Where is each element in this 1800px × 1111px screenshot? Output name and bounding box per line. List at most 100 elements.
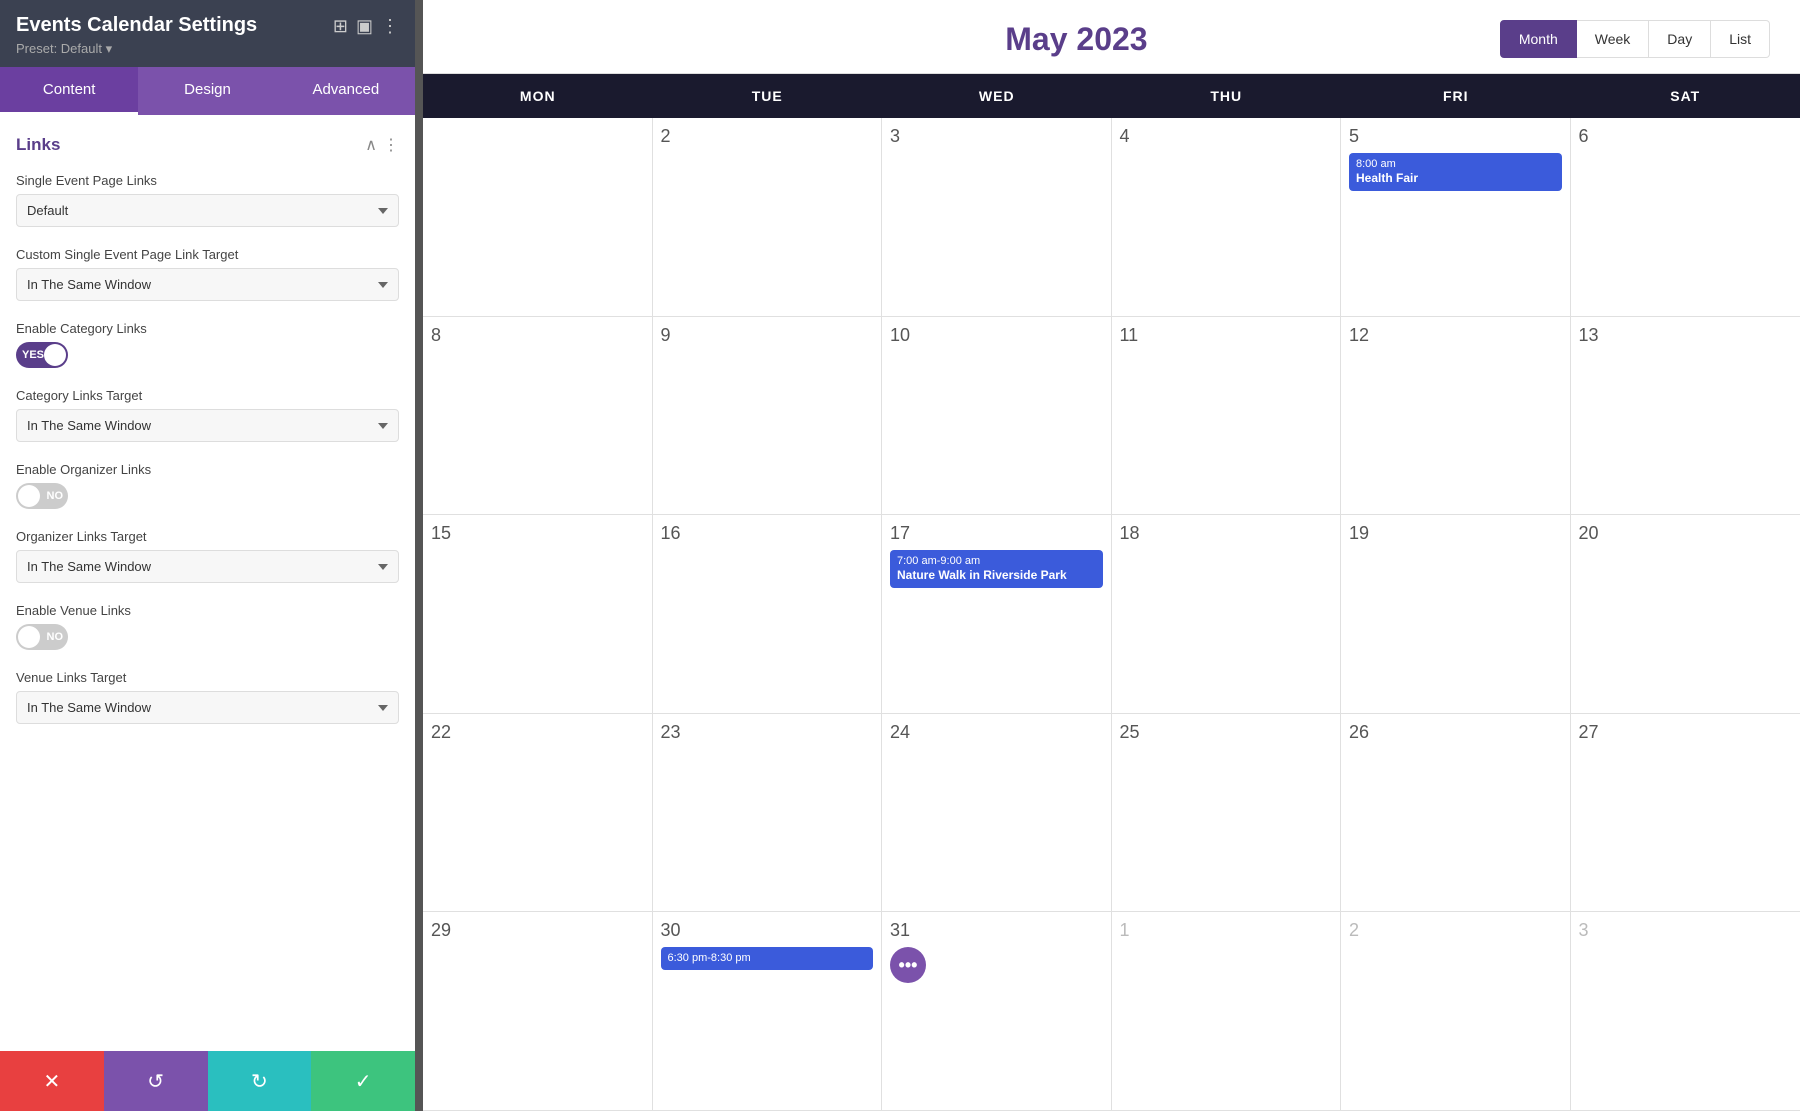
save-button[interactable]: ✓	[311, 1051, 415, 1111]
cell-date: 10	[890, 325, 1103, 346]
cell-date: 17	[890, 523, 1103, 544]
cell-may-31: 31 •••	[882, 912, 1112, 1110]
organizer-links-target-label: Organizer Links Target	[16, 529, 399, 544]
cell-may-27: 27	[1571, 714, 1800, 912]
panel-body: Links ∧ ⋮ Single Event Page Links Defaul…	[0, 115, 415, 1051]
panel-header: Events Calendar Settings Preset: Default…	[0, 0, 415, 67]
tab-advanced[interactable]: Advanced	[277, 67, 415, 115]
undo-button[interactable]: ↺	[104, 1051, 208, 1111]
custom-single-event-link-target-select[interactable]: In The Same Window In A New Window	[16, 268, 399, 301]
day-header-fri: FRI	[1341, 74, 1571, 118]
enable-venue-links-toggle[interactable]: NO	[16, 624, 68, 650]
settings-panel: Events Calendar Settings Preset: Default…	[0, 0, 415, 1111]
cell-may-11: 11	[1112, 317, 1342, 515]
calendar-header: May 2023 Month Week Day List	[423, 0, 1800, 73]
cell-may-8: 8	[423, 317, 653, 515]
collapse-icon[interactable]: ∧	[365, 135, 377, 155]
event-health-fair[interactable]: 8:00 am Health Fair	[1349, 153, 1562, 191]
cell-may-20: 20	[1571, 515, 1800, 713]
organizer-links-target-group: Organizer Links Target In The Same Windo…	[16, 529, 399, 583]
event-time: 7:00 am-9:00 am	[897, 554, 1096, 568]
organizer-links-target-select[interactable]: In The Same Window In A New Window	[16, 550, 399, 583]
cell-date: 2	[661, 126, 874, 147]
cell-may-5: 5 8:00 am Health Fair	[1341, 118, 1571, 316]
cell-may-22: 22	[423, 714, 653, 912]
links-section-header: Links ∧ ⋮	[16, 135, 399, 155]
cell-may-3: 3	[882, 118, 1112, 316]
cell-date: 1	[1120, 920, 1333, 941]
view-week-button[interactable]: Week	[1577, 20, 1650, 58]
cell-date: 25	[1120, 722, 1333, 743]
tab-design[interactable]: Design	[138, 67, 276, 115]
enable-organizer-links-toggle[interactable]: NO	[16, 483, 68, 509]
cancel-button[interactable]: ✕	[0, 1051, 104, 1111]
toggle-knob	[44, 344, 66, 366]
cell-may-4: 4	[1112, 118, 1342, 316]
layout-icon[interactable]: ▣	[356, 16, 373, 37]
focus-icon[interactable]: ⊞	[333, 16, 348, 37]
panel-preset: Preset: Default ▾	[16, 41, 333, 57]
category-links-target-group: Category Links Target In The Same Window…	[16, 388, 399, 442]
cell-may-17: 17 7:00 am-9:00 am Nature Walk in Rivers…	[882, 515, 1112, 713]
cell-may-16: 16	[653, 515, 883, 713]
day-header-sat: SAT	[1571, 74, 1800, 118]
bottom-bar: ✕ ↺ ↻ ✓	[0, 1051, 415, 1111]
enable-organizer-links-toggle-row: NO	[16, 483, 399, 509]
cell-date: 20	[1579, 523, 1793, 544]
cell-date: 8	[431, 325, 644, 346]
cell-date: 16	[661, 523, 874, 544]
panel-header-icons: ⊞ ▣ ⋮	[333, 14, 399, 37]
calendar-view-buttons: Month Week Day List	[1500, 20, 1770, 58]
cell-date: 23	[661, 722, 874, 743]
category-links-target-select[interactable]: In The Same Window In A New Window	[16, 409, 399, 442]
cell-date: 19	[1349, 523, 1562, 544]
venue-links-target-group: Venue Links Target In The Same Window In…	[16, 670, 399, 724]
category-links-target-label: Category Links Target	[16, 388, 399, 403]
panel-title: Events Calendar Settings	[16, 14, 333, 37]
cell-date: 24	[890, 722, 1103, 743]
section-more-icon[interactable]: ⋮	[383, 135, 399, 155]
single-event-page-links-select[interactable]: Default Custom	[16, 194, 399, 227]
view-month-button[interactable]: Month	[1500, 20, 1577, 58]
cell-date: 26	[1349, 722, 1562, 743]
section-header-icons: ∧ ⋮	[365, 135, 399, 155]
enable-category-links-toggle[interactable]: YES	[16, 342, 68, 368]
enable-organizer-links-label: Enable Organizer Links	[16, 462, 399, 477]
cell-date: 29	[431, 920, 644, 941]
cell-date: 12	[1349, 325, 1562, 346]
cell-may-10: 10	[882, 317, 1112, 515]
day-header-tue: TUE	[653, 74, 883, 118]
event-nature-walk[interactable]: 7:00 am-9:00 am Nature Walk in Riverside…	[890, 550, 1103, 588]
event-time: 8:00 am	[1356, 157, 1555, 171]
calendar-panel: May 2023 Month Week Day List MON TUE WED…	[423, 0, 1800, 1111]
scroll-indicator	[415, 0, 423, 1111]
cell-date: 9	[661, 325, 874, 346]
cell-may-12: 12	[1341, 317, 1571, 515]
cell-may-25: 25	[1112, 714, 1342, 912]
cell-date: 27	[1579, 722, 1793, 743]
single-event-page-links-group: Single Event Page Links Default Custom	[16, 173, 399, 227]
more-events-button[interactable]: •••	[890, 947, 926, 983]
cell-date: 6	[1579, 126, 1793, 147]
tab-content[interactable]: Content	[0, 67, 138, 115]
day-header-mon: MON	[423, 74, 653, 118]
cell-date: 18	[1120, 523, 1333, 544]
calendar-week-2: 8 9 10 11 12 13	[423, 317, 1800, 516]
enable-category-links-label: Enable Category Links	[16, 321, 399, 336]
venue-links-target-label: Venue Links Target	[16, 670, 399, 685]
more-icon[interactable]: ⋮	[381, 16, 399, 37]
view-day-button[interactable]: Day	[1649, 20, 1711, 58]
cell-date: 31	[890, 920, 1103, 941]
calendar-week-4: 22 23 24 25 26 27	[423, 714, 1800, 913]
custom-single-event-link-target-label: Custom Single Event Page Link Target	[16, 247, 399, 262]
venue-links-target-select[interactable]: In The Same Window In A New Window	[16, 691, 399, 724]
cell-may-26: 26	[1341, 714, 1571, 912]
cell-may-23: 23	[653, 714, 883, 912]
view-list-button[interactable]: List	[1711, 20, 1770, 58]
redo-button[interactable]: ↻	[208, 1051, 312, 1111]
event-630pm[interactable]: 6:30 pm-8:30 pm	[661, 947, 874, 969]
cell-date: 30	[661, 920, 874, 941]
enable-category-links-toggle-row: YES	[16, 342, 399, 368]
cell-may-6: 6	[1571, 118, 1800, 316]
cell-jun-3: 3	[1571, 912, 1800, 1110]
